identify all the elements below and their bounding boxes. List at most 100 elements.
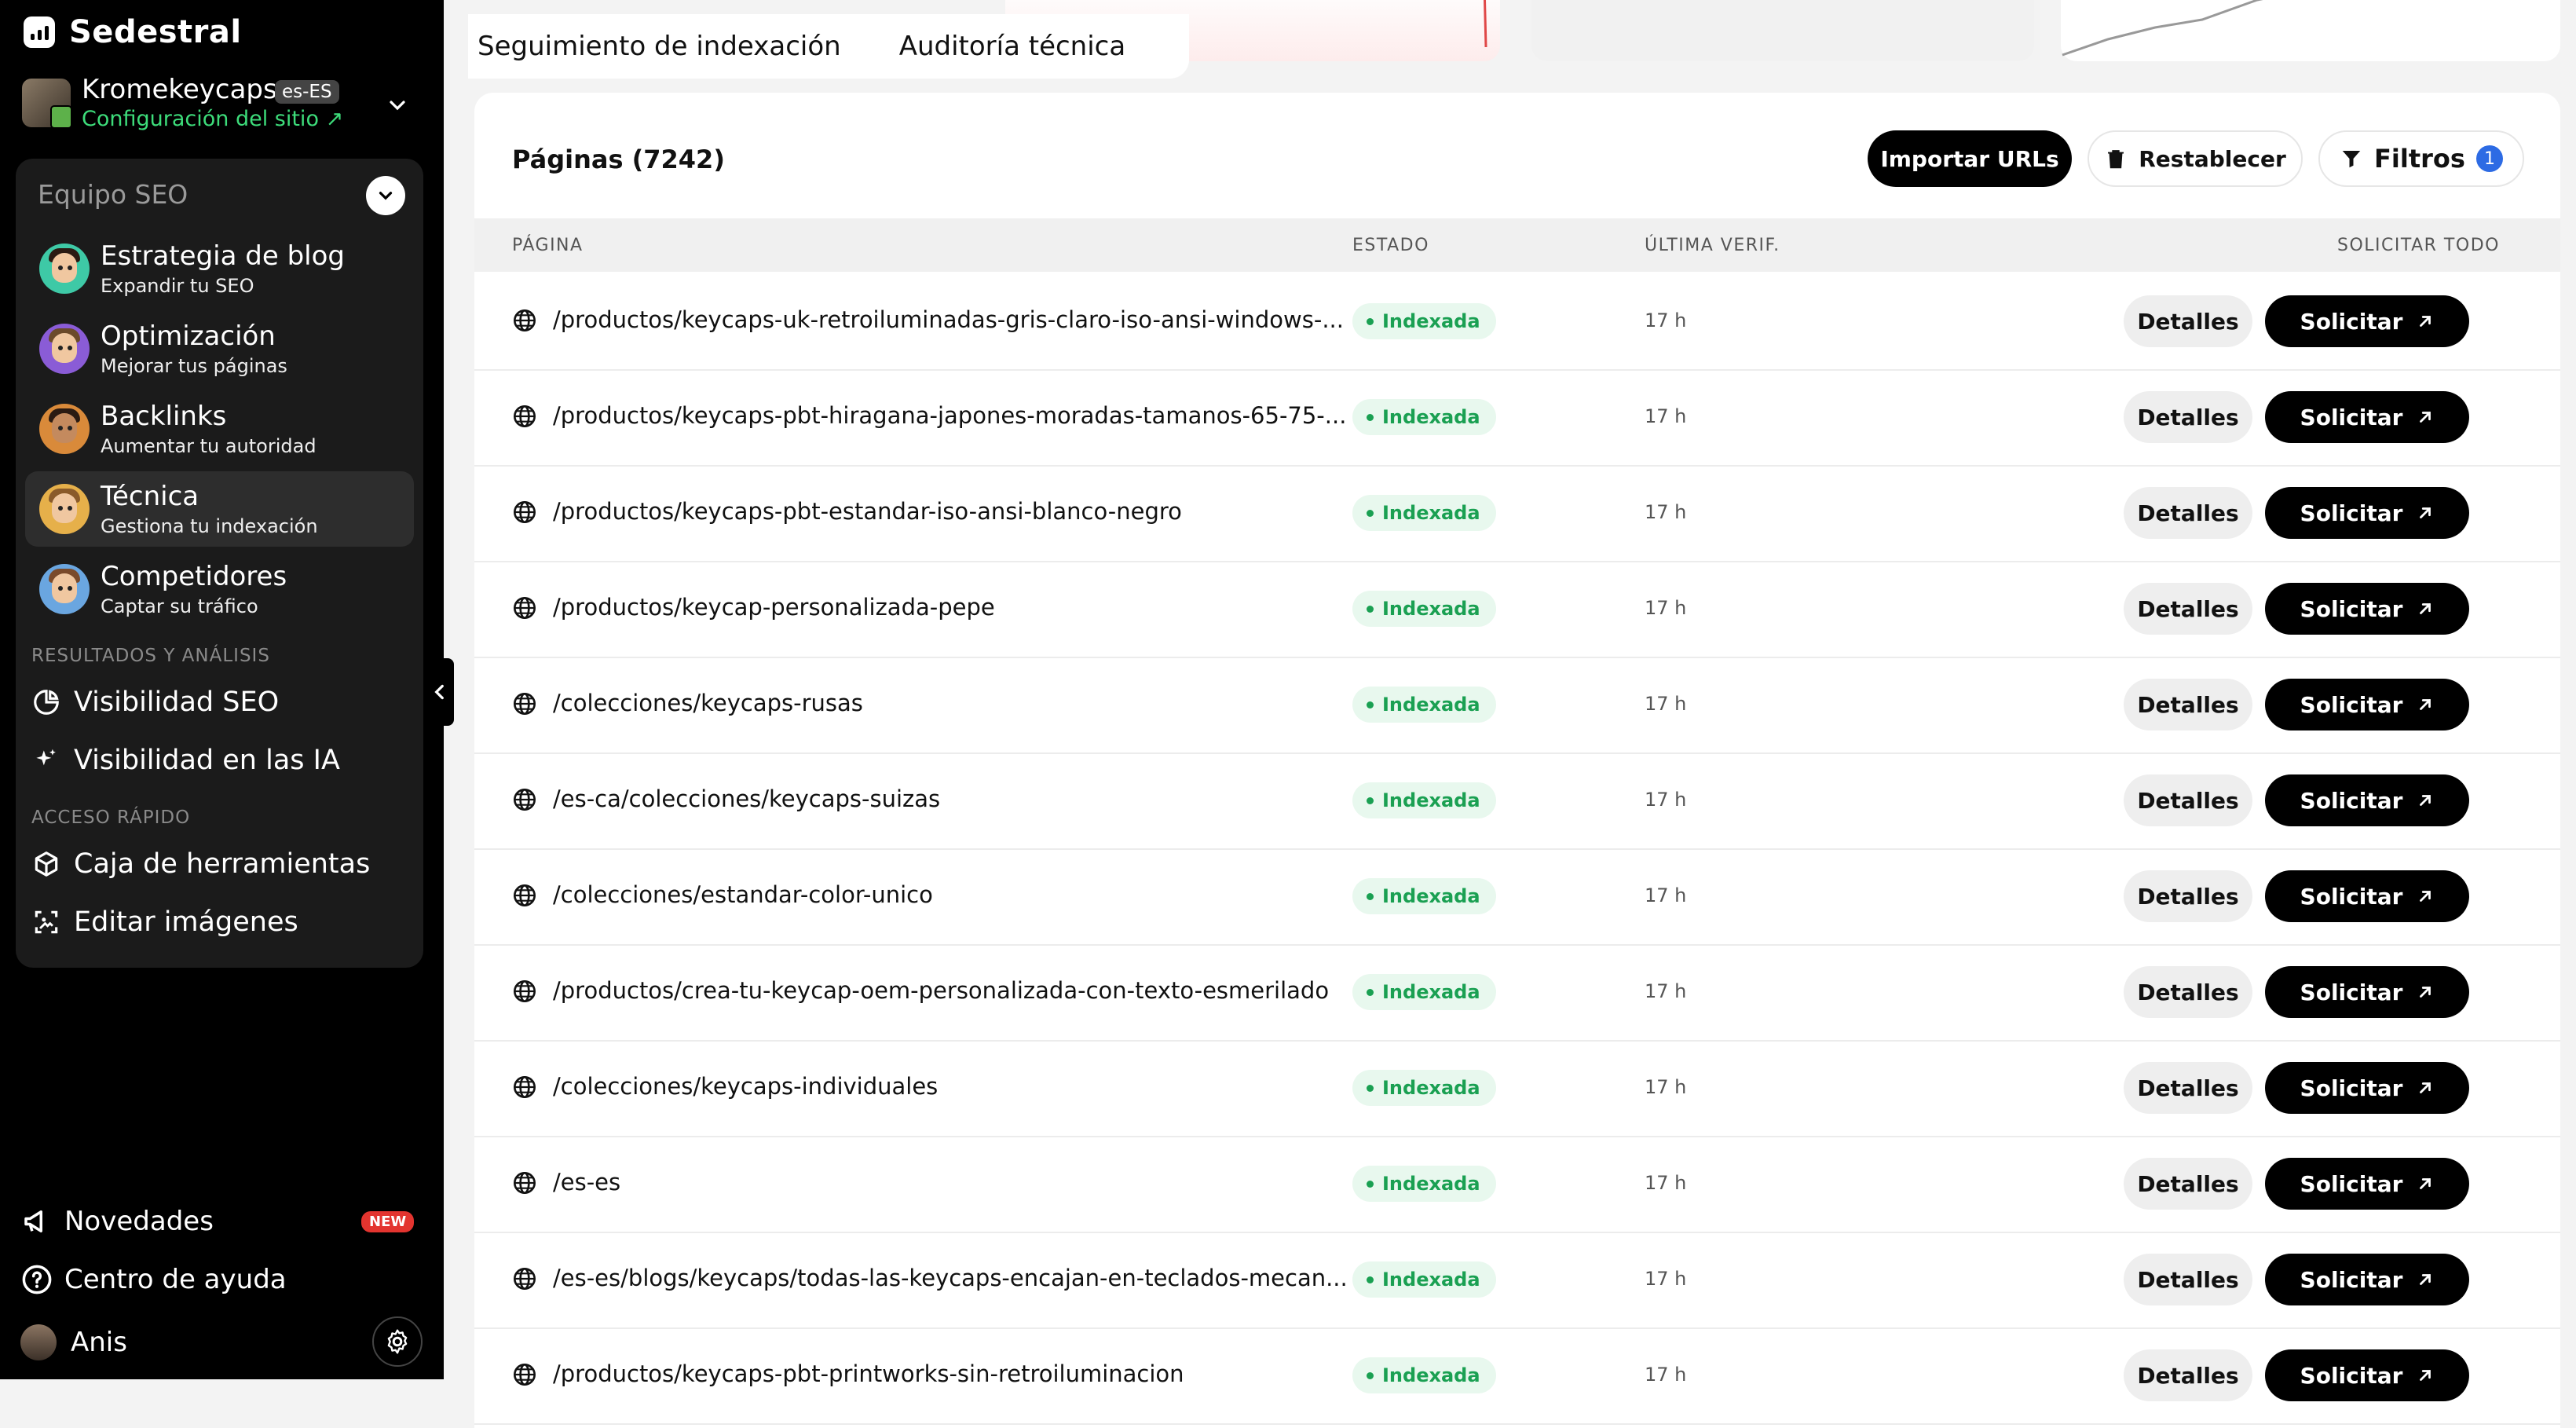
- status-badge: Indexada: [1352, 878, 1496, 914]
- request-button[interactable]: Solicitar: [2265, 774, 2469, 826]
- import-urls-button[interactable]: Importar URLs: [1868, 130, 2072, 187]
- request-button[interactable]: Solicitar: [2265, 1062, 2469, 1114]
- new-badge: NEW: [361, 1211, 415, 1232]
- details-button[interactable]: Detalles: [2124, 1254, 2252, 1305]
- request-button[interactable]: Solicitar: [2265, 1158, 2469, 1210]
- nav-edit-images[interactable]: Editar imágenes: [31, 902, 298, 943]
- last-check: 17 h: [1645, 884, 1687, 906]
- page-url[interactable]: /colecciones/keycaps-rusas: [553, 690, 863, 716]
- request-button[interactable]: Solicitar: [2265, 487, 2469, 539]
- details-button[interactable]: Detalles: [2124, 295, 2252, 347]
- globe-icon: [514, 1076, 536, 1098]
- avatar: [39, 324, 90, 374]
- agent-blog-strategy[interactable]: Estrategia de blog Expandir tu SEO: [25, 231, 414, 306]
- chevron-down-icon[interactable]: [385, 93, 410, 118]
- status-badge: Indexada: [1352, 303, 1496, 339]
- arrow-up-right-icon: [2420, 1370, 2431, 1381]
- nav-ai-visibility[interactable]: Visibilidad en las IA: [31, 740, 340, 781]
- last-check: 17 h: [1645, 501, 1687, 523]
- user-profile[interactable]: Anis: [20, 1324, 127, 1360]
- details-button[interactable]: Detalles: [2124, 583, 2252, 635]
- request-button[interactable]: Solicitar: [2265, 870, 2469, 922]
- request-button[interactable]: Solicitar: [2265, 1254, 2469, 1305]
- table-row: /productos/keycaps-pbt-estandar-iso-ansi…: [474, 465, 2560, 562]
- reset-button[interactable]: Restablecer: [2088, 130, 2303, 187]
- status-badge: Indexada: [1352, 495, 1496, 531]
- details-button[interactable]: Detalles: [2124, 1158, 2252, 1210]
- page-url[interactable]: /es-es/blogs/keycaps/todas-las-keycaps-e…: [553, 1265, 1348, 1291]
- settings-button[interactable]: [372, 1316, 423, 1367]
- column-header-status: ESTADO: [1352, 236, 1429, 255]
- details-button[interactable]: Detalles: [2124, 1349, 2252, 1401]
- page-url[interactable]: /colecciones/keycaps-individuales: [553, 1073, 938, 1100]
- nav-help-center[interactable]: Centro de ayuda: [20, 1263, 287, 1296]
- page-url[interactable]: /productos/keycaps-uk-retroiluminadas-gr…: [553, 306, 1344, 333]
- details-button[interactable]: Detalles: [2124, 391, 2252, 443]
- request-label: Solicitar: [2300, 1170, 2403, 1197]
- chevron-left-icon: [434, 684, 444, 700]
- globe-icon: [514, 1172, 536, 1194]
- request-button[interactable]: Solicitar: [2265, 966, 2469, 1018]
- summary-card: [2061, 0, 2560, 61]
- page-url[interactable]: /colecciones/estandar-color-unico: [553, 881, 933, 908]
- pie-chart-icon: [34, 690, 59, 715]
- brand[interactable]: Sedestral: [24, 14, 242, 50]
- table-row: /colecciones/estandar-color-unico Indexad…: [474, 848, 2560, 946]
- image-scan-icon: [35, 910, 58, 934]
- app-name: Sedestral: [69, 14, 242, 50]
- request-button[interactable]: Solicitar: [2265, 583, 2469, 635]
- page-url[interactable]: /productos/keycaps-pbt-printworks-sin-re…: [553, 1360, 1184, 1387]
- site-switcher[interactable]: Kromekeycaps es-ES Configuración del sit…: [22, 74, 415, 137]
- last-check: 17 h: [1645, 980, 1687, 1002]
- details-button[interactable]: Detalles: [2124, 774, 2252, 826]
- request-label: Solicitar: [2300, 1075, 2403, 1101]
- box-icon: [35, 851, 58, 877]
- request-all-button[interactable]: SOLICITAR TODO: [2337, 236, 2500, 255]
- status-badge: Indexada: [1352, 687, 1496, 723]
- details-button[interactable]: Detalles: [2124, 1062, 2252, 1114]
- details-button[interactable]: Detalles: [2124, 870, 2252, 922]
- last-check: 17 h: [1645, 693, 1687, 715]
- globe-icon: [514, 405, 536, 427]
- page-url[interactable]: /productos/keycap-personalizada-pepe: [553, 594, 995, 621]
- table-row: /productos/keycap-personalizada-pepe Inde…: [474, 561, 2560, 658]
- request-button[interactable]: Solicitar: [2265, 679, 2469, 730]
- nav-news[interactable]: Novedades: [20, 1205, 214, 1238]
- page-url[interactable]: /productos/keycaps-pbt-estandar-iso-ansi…: [553, 498, 1182, 525]
- globe-icon: [514, 597, 536, 619]
- details-button[interactable]: Detalles: [2124, 487, 2252, 539]
- agent-description: Captar su tráfico: [101, 595, 258, 617]
- agent-optimization[interactable]: Optimización Mejorar tus páginas: [25, 311, 414, 386]
- request-button[interactable]: Solicitar: [2265, 295, 2469, 347]
- details-button[interactable]: Detalles: [2124, 966, 2252, 1018]
- collapse-sidebar-button[interactable]: [426, 658, 454, 726]
- nav-label: Centro de ayuda: [64, 1264, 287, 1295]
- table-row: /productos/keycaps-uk-retroiluminadas-gr…: [474, 273, 2560, 371]
- arrow-up-right-icon: [2420, 987, 2431, 998]
- agent-backlinks[interactable]: Backlinks Aumentar tu autoridad: [25, 391, 414, 467]
- site-config-link[interactable]: Configuración del sitio ↗: [82, 107, 343, 131]
- external-link-icon: ↗: [325, 107, 344, 131]
- team-toggle-button[interactable]: [366, 176, 405, 215]
- nav-seo-visibility[interactable]: Visibilidad SEO: [31, 682, 279, 723]
- request-button[interactable]: Solicitar: [2265, 1349, 2469, 1401]
- nav-toolbox[interactable]: Caja de herramientas: [31, 844, 370, 884]
- page-url[interactable]: /es-es: [553, 1169, 620, 1195]
- page-url[interactable]: /productos/keycaps-pbt-hiragana-japones-…: [553, 402, 1346, 429]
- page-title: Páginas (7242): [512, 145, 725, 174]
- request-button[interactable]: Solicitar: [2265, 391, 2469, 443]
- tab-technical-audit[interactable]: Auditoría técnica: [890, 31, 1136, 62]
- status-badge: Indexada: [1352, 591, 1496, 627]
- last-check: 17 h: [1645, 1076, 1687, 1098]
- page-url[interactable]: /es-ca/colecciones/keycaps-suizas: [553, 785, 940, 812]
- table-row: /es-ca/colecciones/keycaps-suizas Indexad…: [474, 752, 2560, 850]
- filters-label: Filtros: [2374, 144, 2465, 174]
- filters-button[interactable]: Filtros 1: [2318, 130, 2524, 187]
- table-row: /productos/keycaps-pbt-printworks-sin-re…: [474, 1327, 2560, 1425]
- agent-technical[interactable]: Técnica Gestiona tu indexación: [25, 471, 414, 547]
- agent-competitors[interactable]: Competidores Captar su tráfico: [25, 551, 414, 627]
- details-button[interactable]: Detalles: [2124, 679, 2252, 730]
- page-url[interactable]: /productos/crea-tu-keycap-oem-personaliz…: [553, 977, 1329, 1004]
- agent-name: Optimización: [101, 320, 276, 352]
- tab-indexing-tracking[interactable]: Seguimiento de indexación: [468, 31, 851, 62]
